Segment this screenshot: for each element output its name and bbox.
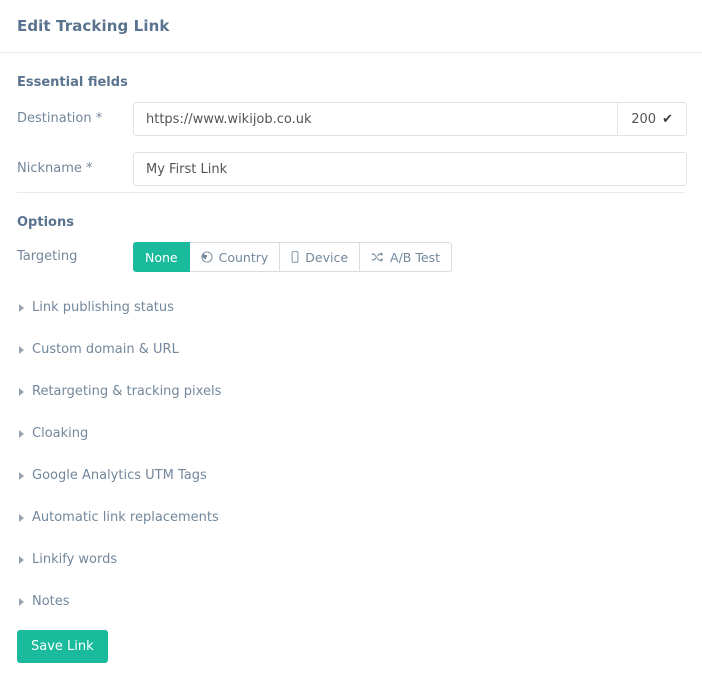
destination-row: Destination * 200 ✔	[15, 102, 687, 136]
save-link-button[interactable]: Save Link	[17, 630, 108, 663]
caret-right-icon	[19, 513, 24, 522]
caret-right-icon	[19, 471, 24, 480]
options-accordion: Link publishing status Custom domain & U…	[15, 298, 687, 611]
essential-fields-heading: Essential fields	[17, 75, 128, 90]
caret-right-icon	[19, 429, 24, 438]
targeting-row: Targeting None Country Device A/B Test	[15, 242, 687, 272]
http-status-code: 200	[631, 111, 657, 127]
accordion-item-cloaking[interactable]: Cloaking	[15, 424, 687, 443]
targeting-field-area: None Country Device A/B Test	[133, 242, 452, 272]
targeting-button-device-label: Device	[305, 249, 349, 265]
caret-right-icon	[19, 345, 24, 354]
accordion-item-label: Link publishing status	[32, 300, 174, 315]
targeting-button-group: None Country Device A/B Test	[133, 242, 452, 272]
destination-input[interactable]	[133, 102, 619, 136]
accordion-item-label: Notes	[32, 594, 70, 609]
destination-label: Destination *	[17, 111, 103, 126]
targeting-button-ab-test-label: A/B Test	[390, 249, 440, 265]
shuffle-icon	[371, 251, 384, 263]
accordion-item-notes[interactable]: Notes	[15, 592, 687, 611]
accordion-item-google-analytics-utm-tags[interactable]: Google Analytics UTM Tags	[15, 466, 687, 485]
targeting-button-ab-test[interactable]: A/B Test	[360, 242, 452, 272]
mobile-icon	[291, 251, 299, 263]
form-content: Essential fields Destination * 200 ✔ Nic…	[0, 53, 702, 663]
accordion-item-custom-domain-url[interactable]: Custom domain & URL	[15, 340, 687, 359]
options-heading: Options	[17, 215, 74, 230]
destination-input-group: 200 ✔	[133, 102, 687, 136]
accordion-item-label: Cloaking	[32, 426, 89, 441]
targeting-button-country[interactable]: Country	[189, 242, 281, 272]
nickname-field-area	[133, 152, 687, 186]
accordion-item-label: Linkify words	[32, 552, 118, 567]
caret-right-icon	[19, 597, 24, 606]
accordion-item-link-publishing-status[interactable]: Link publishing status	[15, 298, 687, 317]
nickname-label: Nickname *	[17, 161, 93, 176]
caret-right-icon	[19, 303, 24, 312]
globe-icon	[201, 251, 213, 263]
destination-field-area: 200 ✔	[133, 102, 687, 136]
nickname-row: Nickname *	[15, 152, 687, 186]
targeting-button-country-label: Country	[218, 249, 269, 265]
http-status-addon: 200 ✔	[618, 102, 687, 136]
accordion-item-linkify-words[interactable]: Linkify words	[15, 550, 687, 569]
caret-right-icon	[19, 555, 24, 564]
targeting-button-none[interactable]: None	[133, 242, 190, 272]
accordion-item-retargeting-tracking-pixels[interactable]: Retargeting & tracking pixels	[15, 382, 687, 401]
accordion-item-label: Retargeting & tracking pixels	[32, 384, 222, 399]
nickname-input[interactable]	[133, 152, 687, 186]
page-header: Edit Tracking Link	[0, 0, 702, 53]
accordion-item-label: Automatic link replacements	[32, 510, 219, 525]
page-title: Edit Tracking Link	[17, 17, 170, 35]
caret-right-icon	[19, 387, 24, 396]
accordion-item-label: Custom domain & URL	[32, 342, 179, 357]
targeting-button-none-label: None	[145, 249, 178, 265]
accordion-item-label: Google Analytics UTM Tags	[32, 468, 207, 483]
accordion-item-automatic-link-replacements[interactable]: Automatic link replacements	[15, 508, 687, 527]
targeting-button-device[interactable]: Device	[280, 242, 361, 272]
targeting-label: Targeting	[17, 249, 78, 264]
check-icon: ✔	[662, 111, 673, 127]
